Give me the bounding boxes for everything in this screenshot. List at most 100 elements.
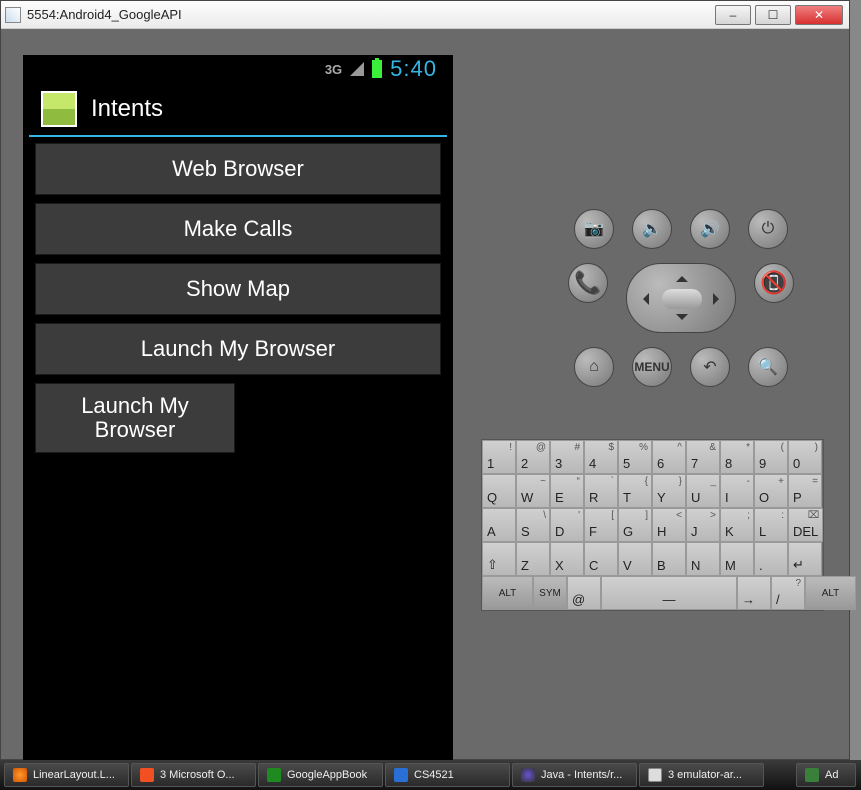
web-browser-button[interactable]: Web Browser	[35, 143, 441, 195]
dpad[interactable]	[626, 263, 736, 333]
key-sym[interactable]: SYM	[533, 576, 567, 610]
key-space[interactable]: —	[601, 576, 737, 610]
dpad-down-icon[interactable]	[676, 314, 688, 326]
key-p[interactable]: P=	[788, 474, 822, 508]
dpad-left-icon[interactable]	[637, 293, 649, 305]
window-minimize-button[interactable]: –	[715, 5, 751, 25]
key-3[interactable]: 3#	[550, 440, 584, 474]
key-slash[interactable]: / ?	[771, 576, 805, 610]
key-del[interactable]: DEL⌧	[788, 508, 823, 542]
firefox-icon	[13, 768, 27, 782]
taskbar-item[interactable]: CS4521	[385, 763, 510, 787]
phone-panel: 3G 5:40 Intents Web Browser Make Calls S…	[1, 29, 461, 759]
key-e[interactable]: E“	[550, 474, 584, 508]
key-alt-right[interactable]: ALT	[805, 576, 856, 610]
key-6[interactable]: 6^	[652, 440, 686, 474]
key-o[interactable]: O+	[754, 474, 788, 508]
status-bar: 3G 5:40	[29, 55, 447, 83]
power-button[interactable]: ⏻	[748, 209, 788, 249]
taskbar-item[interactable]: 3 Microsoft O...	[131, 763, 256, 787]
taskbar-item[interactable]: Ad	[796, 763, 856, 787]
key-s[interactable]: S\	[516, 508, 550, 542]
window-maximize-button[interactable]: ☐	[755, 5, 791, 25]
key-x[interactable]: X	[550, 542, 584, 576]
kb-row-1: 1!2@3#4$5%6^7&8*9(0)	[482, 440, 823, 474]
key-c[interactable]: C	[584, 542, 618, 576]
key-z[interactable]: Z	[516, 542, 550, 576]
windows-taskbar[interactable]: LinearLayout.L... 3 Microsoft O... Googl…	[0, 760, 861, 790]
key-r[interactable]: R`	[584, 474, 618, 508]
key-l[interactable]: L:	[754, 508, 788, 542]
key-⇧[interactable]: ⇧	[482, 542, 516, 576]
key-h[interactable]: H<	[652, 508, 686, 542]
app-bar: Intents	[29, 83, 447, 137]
taskbar-item[interactable]: LinearLayout.L...	[4, 763, 129, 787]
key-↵[interactable]: ↵	[788, 542, 822, 576]
dpad-center-button[interactable]	[662, 289, 702, 309]
side-panel: 📷 🔈 🔊 ⏻ 📞 📵	[461, 29, 849, 759]
dpad-up-icon[interactable]	[676, 270, 688, 282]
key-q[interactable]: Q	[482, 474, 516, 508]
key-i[interactable]: I-	[720, 474, 754, 508]
key-a[interactable]: A	[482, 508, 516, 542]
network-label: 3G	[325, 62, 342, 77]
key-u[interactable]: U_	[686, 474, 720, 508]
key-g[interactable]: G]	[618, 508, 652, 542]
call-button[interactable]: 📞	[568, 263, 608, 303]
dpad-right-icon[interactable]	[713, 293, 725, 305]
end-call-button[interactable]: 📵	[754, 263, 794, 303]
taskbar-item[interactable]: GoogleAppBook	[258, 763, 383, 787]
home-button[interactable]: ⌂	[574, 347, 614, 387]
taskbar-item[interactable]: Java - Intents/r...	[512, 763, 637, 787]
key-2[interactable]: 2@	[516, 440, 550, 474]
key-k[interactable]: K;	[720, 508, 754, 542]
key-8[interactable]: 8*	[720, 440, 754, 474]
key-d[interactable]: D'	[550, 508, 584, 542]
window-titlebar[interactable]: 5554:Android4_GoogleAPI – ☐ ✕	[1, 1, 849, 29]
key-n[interactable]: N	[686, 542, 720, 576]
kb-row-5: ALT SYM @ — → / ? ALT	[482, 576, 823, 610]
hardware-keyboard: 1!2@3#4$5%6^7&8*9(0) QW~E“R`T{Y}U_I-O+P=…	[481, 439, 824, 611]
key-5[interactable]: 5%	[618, 440, 652, 474]
window-title: 5554:Android4_GoogleAPI	[27, 7, 182, 22]
key-y[interactable]: Y}	[652, 474, 686, 508]
key-alt-left[interactable]: ALT	[482, 576, 533, 610]
launch-my-browser-button-2[interactable]: Launch My Browser	[35, 383, 235, 453]
key-4[interactable]: 4$	[584, 440, 618, 474]
back-button[interactable]: ↶	[690, 347, 730, 387]
key-t[interactable]: T{	[618, 474, 652, 508]
emulator-icon	[648, 768, 662, 782]
search-button[interactable]: 🔍	[748, 347, 788, 387]
emulator-body: 3G 5:40 Intents Web Browser Make Calls S…	[1, 29, 849, 759]
key-.[interactable]: .	[754, 542, 788, 576]
launch-my-browser-button[interactable]: Launch My Browser	[35, 323, 441, 375]
key-1[interactable]: 1!	[482, 440, 516, 474]
key-j[interactable]: J>	[686, 508, 720, 542]
battery-icon	[372, 60, 382, 78]
key-v[interactable]: V	[618, 542, 652, 576]
window-close-button[interactable]: ✕	[795, 5, 843, 25]
dreamweaver-icon	[805, 768, 819, 782]
key-at[interactable]: @	[567, 576, 601, 610]
button-list: Web Browser Make Calls Show Map Launch M…	[29, 137, 447, 467]
key-arrow[interactable]: →	[737, 576, 771, 610]
key-9[interactable]: 9(	[754, 440, 788, 474]
eclipse-icon	[521, 768, 535, 782]
volume-down-button[interactable]: 🔈	[632, 209, 672, 249]
clock: 5:40	[390, 56, 437, 82]
key-w[interactable]: W~	[516, 474, 550, 508]
key-m[interactable]: M	[720, 542, 754, 576]
app-launcher-icon	[41, 91, 77, 127]
volume-up-button[interactable]: 🔊	[690, 209, 730, 249]
office-icon	[140, 768, 154, 782]
key-7[interactable]: 7&	[686, 440, 720, 474]
folder-icon	[394, 768, 408, 782]
make-calls-button[interactable]: Make Calls	[35, 203, 441, 255]
menu-button[interactable]: MENU	[632, 347, 672, 387]
show-map-button[interactable]: Show Map	[35, 263, 441, 315]
taskbar-item[interactable]: 3 emulator-ar...	[639, 763, 764, 787]
key-0[interactable]: 0)	[788, 440, 822, 474]
key-b[interactable]: B	[652, 542, 686, 576]
key-f[interactable]: F[	[584, 508, 618, 542]
camera-button[interactable]: 📷	[574, 209, 614, 249]
